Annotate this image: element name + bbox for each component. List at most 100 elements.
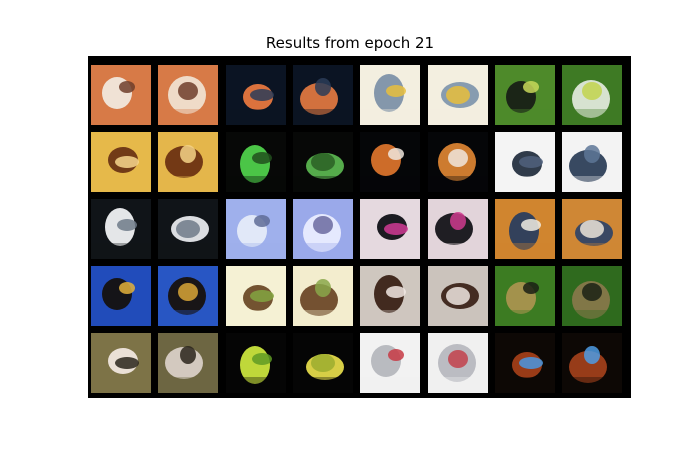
- figure-title: Results from epoch 21: [265, 34, 435, 52]
- tile-accent-shape: [386, 85, 407, 97]
- image-tile: [91, 132, 151, 193]
- image-tile: [360, 65, 421, 125]
- tile-shadow: [494, 377, 555, 394]
- image-tile: [562, 199, 623, 260]
- tile-shadow: [427, 109, 488, 125]
- image-tile: [360, 199, 421, 260]
- tile-accent-shape: [178, 283, 199, 302]
- image-tile: [562, 333, 623, 394]
- image-tile: [562, 65, 623, 125]
- tile-accent-shape: [582, 82, 603, 100]
- tile-accent-shape: [251, 353, 272, 366]
- tile-shadow: [427, 310, 488, 327]
- tile-accent-shape: [518, 156, 543, 169]
- tile-image: [360, 266, 421, 327]
- tile-accent-shape: [176, 220, 201, 239]
- tile-image: [91, 266, 151, 327]
- tile-image: [360, 132, 421, 193]
- image-tile: [158, 65, 219, 125]
- tile-image: [494, 333, 555, 394]
- image-tile: [562, 266, 623, 327]
- tile-accent-shape: [253, 215, 270, 228]
- image-tile: [494, 132, 555, 193]
- tile-shadow: [427, 176, 488, 193]
- tile-shadow: [494, 310, 555, 327]
- image-tile: [427, 333, 488, 394]
- image-tile: [494, 266, 555, 327]
- image-tile: [158, 199, 219, 260]
- tile-shadow: [91, 377, 151, 394]
- tile-shadow: [494, 243, 555, 260]
- tile-accent-shape: [310, 354, 335, 373]
- tile-shadow: [91, 243, 151, 260]
- tile-image: [360, 65, 421, 125]
- tile-image: [91, 333, 151, 394]
- tile-shadow: [91, 176, 151, 193]
- image-tile: [158, 266, 219, 327]
- image-tile: [292, 199, 353, 260]
- tile-shadow: [494, 109, 555, 125]
- tile-accent-shape: [119, 81, 135, 93]
- image-tile: [225, 333, 286, 394]
- tile-accent-shape: [314, 279, 331, 298]
- tile-shadow: [292, 176, 353, 193]
- image-tile: [158, 132, 219, 193]
- tile-accent-shape: [522, 282, 539, 295]
- image-tile: [292, 132, 353, 193]
- image-tile: [91, 199, 151, 260]
- tile-shadow: [158, 176, 219, 193]
- tile-accent-shape: [180, 346, 197, 365]
- tile-accent-shape: [388, 148, 405, 161]
- tile-shadow: [225, 377, 286, 394]
- tile-image: [494, 266, 555, 327]
- tile-accent-shape: [445, 86, 470, 104]
- tile-image: [360, 199, 421, 260]
- tile-shadow: [562, 243, 623, 260]
- tile-accent-shape: [584, 346, 601, 365]
- image-tile: [225, 199, 286, 260]
- tile-image: [562, 266, 623, 327]
- tile-shadow: [360, 243, 421, 260]
- tile-image: [427, 266, 488, 327]
- image-tile: [225, 132, 286, 193]
- tile-shadow: [562, 310, 623, 327]
- tile-image: [427, 199, 488, 260]
- image-tile: [91, 333, 151, 394]
- image-tile: [427, 65, 488, 125]
- tile-accent-shape: [520, 219, 541, 232]
- tile-accent-shape: [115, 156, 139, 169]
- tile-shadow: [158, 109, 219, 125]
- tile-shadow: [562, 176, 623, 193]
- tile-accent-shape: [117, 219, 137, 232]
- tile-shadow: [494, 176, 555, 193]
- tile-shadow: [225, 243, 286, 260]
- tile-accent-shape: [312, 216, 333, 235]
- figure-canvas: Results from epoch 21: [0, 0, 700, 450]
- tile-shadow: [292, 109, 353, 125]
- tile-accent-shape: [251, 152, 272, 165]
- image-tile: [158, 333, 219, 394]
- tile-shadow: [292, 310, 353, 327]
- tile-accent-shape: [522, 81, 539, 93]
- tile-accent-shape: [582, 283, 603, 302]
- tile-accent-shape: [384, 223, 409, 236]
- tile-accent-shape: [310, 153, 335, 172]
- tile-accent-shape: [386, 286, 407, 299]
- tile-image: [158, 333, 219, 394]
- tile-shadow: [292, 377, 353, 394]
- tile-accent-shape: [249, 290, 274, 303]
- image-tile: [427, 266, 488, 327]
- tile-shadow: [225, 109, 286, 125]
- tile-image: [225, 132, 286, 193]
- tile-image: [562, 199, 623, 260]
- tile-shadow: [225, 176, 286, 193]
- tile-accent-shape: [178, 82, 199, 100]
- tile-image: [494, 199, 555, 260]
- tile-shadow: [360, 377, 421, 394]
- tile-image: [158, 199, 219, 260]
- tile-image: [158, 65, 219, 125]
- image-tile: [494, 333, 555, 394]
- tile-shadow: [91, 109, 151, 125]
- tile-accent-shape: [580, 220, 605, 239]
- tile-image: [360, 333, 421, 394]
